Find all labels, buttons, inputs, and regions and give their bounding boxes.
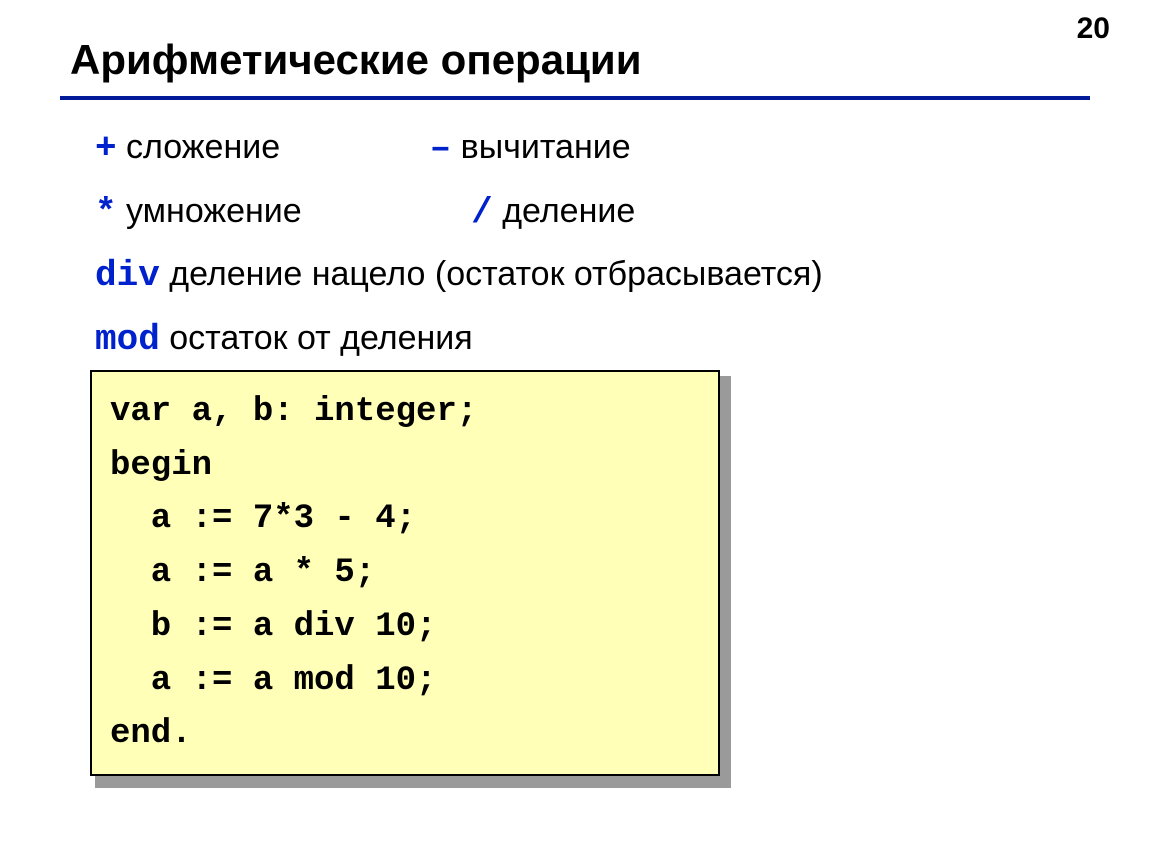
code-line-5: b := a div 10; xyxy=(110,601,700,655)
code-line-3: a := 7*3 - 4; xyxy=(110,493,700,547)
div-symbol: / xyxy=(471,192,493,233)
code-line-2: begin xyxy=(110,440,700,494)
mod-keyword: mod xyxy=(95,319,160,360)
minus-symbol: – xyxy=(430,128,452,169)
mul-label: умножение xyxy=(117,192,302,230)
mod-keyword-label: остаток от деления xyxy=(160,319,473,357)
op-row-mul-div: * умножение / деление xyxy=(95,184,1045,242)
op-row-divkw: div деление нацело (остаток отбрасываетс… xyxy=(95,247,1045,305)
code-line-1: var a, b: integer; xyxy=(110,386,700,440)
slide: 20 Арифметические операции + сложение – … xyxy=(0,0,1150,864)
mul-symbol: * xyxy=(95,192,117,233)
code-line-4: a := a * 5; xyxy=(110,547,700,601)
div-keyword-label: деление нацело (остаток отбрасывается) xyxy=(160,255,823,293)
title-underline xyxy=(60,96,1090,100)
minus-label: вычитание xyxy=(451,128,630,166)
plus-label: сложение xyxy=(117,128,281,166)
plus-symbol: + xyxy=(95,128,117,169)
operations-list: + сложение – вычитание * умножение / дел… xyxy=(95,120,1045,374)
op-row-add-sub: + сложение – вычитание xyxy=(95,120,1045,178)
code-line-6: a := a mod 10; xyxy=(110,655,700,709)
code-example: var a, b: integer; begin a := 7*3 - 4; a… xyxy=(90,370,720,776)
op-row-mod: mod остаток от деления xyxy=(95,311,1045,369)
code-line-7: end. xyxy=(110,708,700,762)
div-label: деление xyxy=(493,192,636,230)
div-keyword: div xyxy=(95,255,160,296)
page-number: 20 xyxy=(1077,12,1110,46)
slide-title: Арифметические операции xyxy=(70,36,642,84)
